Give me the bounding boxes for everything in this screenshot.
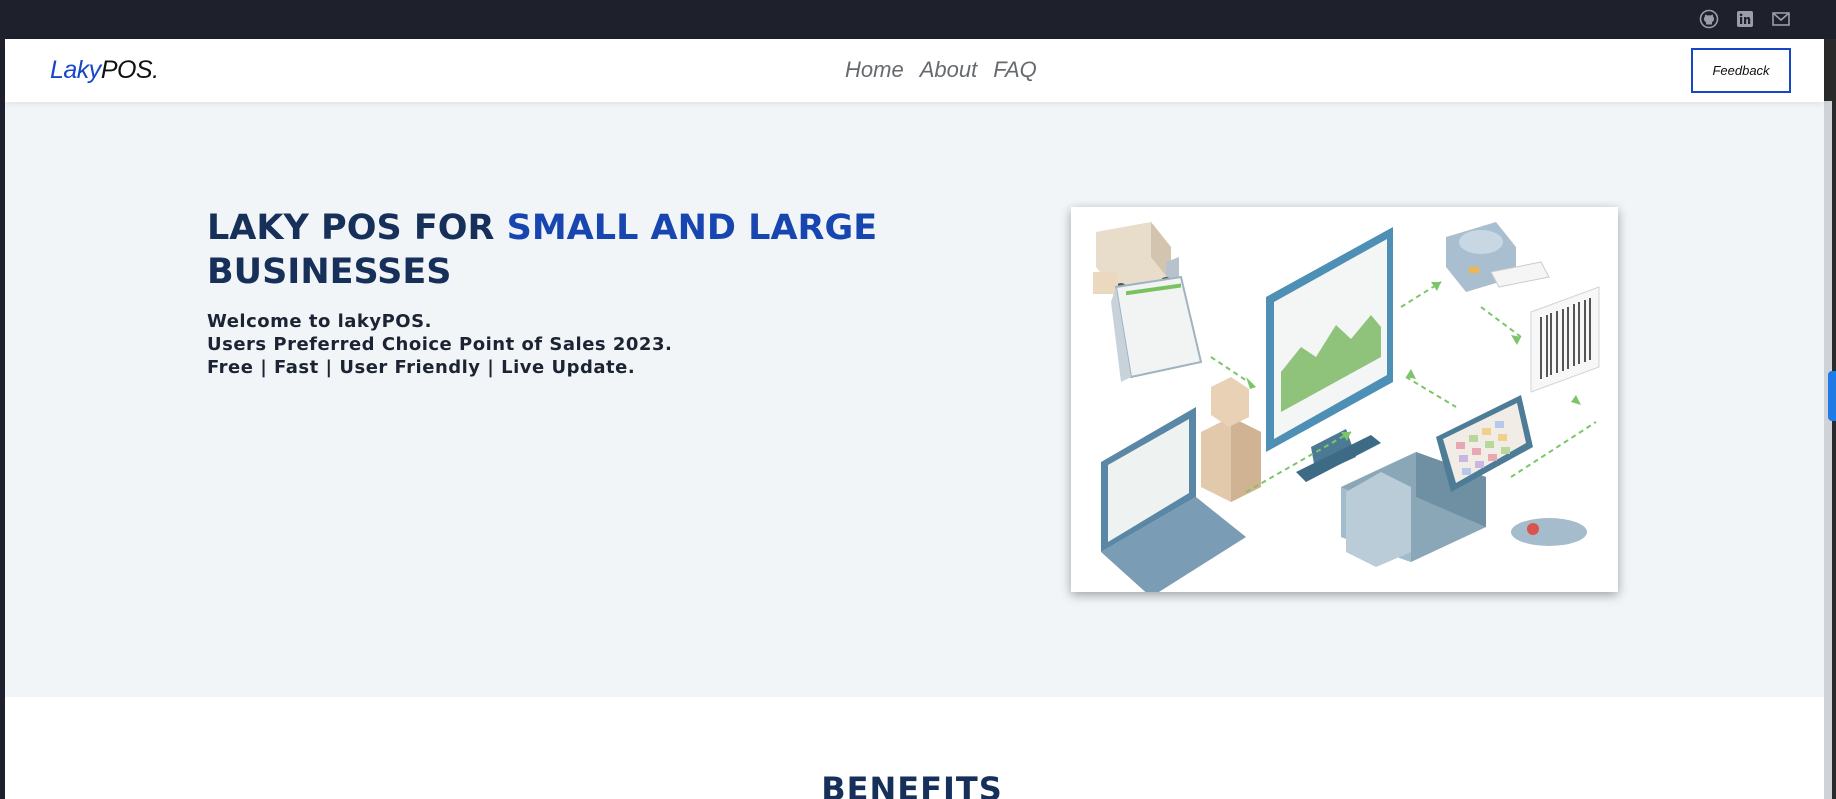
mail-icon[interactable] <box>1768 6 1794 32</box>
nav-link-home[interactable]: Home <box>845 57 904 83</box>
pos-illustration <box>1071 207 1618 592</box>
feedback-button[interactable]: Feedback <box>1691 48 1791 93</box>
logo-part-pos: POS. <box>100 56 159 84</box>
desk-tablet-illustration <box>1111 275 1203 382</box>
hero-line-choice: Users Preferred Choice Point of Sales 20… <box>207 334 673 355</box>
logo[interactable]: LakyPOS. <box>50 56 159 85</box>
scrollbar-track[interactable] <box>1824 101 1832 799</box>
hero-title: LAKY POS FOR SMALL AND LARGE BUSINESSES <box>207 206 887 294</box>
hero-line-features: Free | Fast | User Friendly | Live Updat… <box>207 357 636 378</box>
nav-link-faq[interactable]: FAQ <box>993 57 1037 83</box>
hero-line-welcome: Welcome to lakyPOS. <box>207 311 432 332</box>
printer-illustration <box>1446 222 1550 292</box>
nav-link-about[interactable]: About <box>920 57 978 83</box>
monitor-illustration <box>1266 227 1393 482</box>
nav-links: Home About FAQ <box>845 57 1037 83</box>
hero-subtitle: Welcome to lakyPOS. Users Preferred Choi… <box>207 310 672 379</box>
hero-title-part2: BUSINESSES <box>207 252 452 292</box>
scrollbar-thumb[interactable] <box>1828 371 1836 421</box>
hero-section: LAKY POS FOR SMALL AND LARGE BUSINESSES … <box>5 102 1824 697</box>
hero-title-highlight: SMALL AND LARGE <box>506 208 878 248</box>
logo-part-laky: Laky <box>50 56 101 84</box>
barcode-illustration <box>1530 286 1600 393</box>
top-bar <box>0 0 1836 39</box>
boxes-illustration <box>1201 377 1261 502</box>
navbar: LakyPOS. Home About FAQ Feedback <box>5 39 1824 102</box>
pos-illustration-graphic <box>1093 222 1600 592</box>
scanner-illustration <box>1511 518 1587 546</box>
github-icon[interactable] <box>1696 6 1722 32</box>
hero-title-part1: LAKY POS FOR <box>207 208 507 248</box>
social-links <box>1696 6 1794 32</box>
linkedin-icon[interactable] <box>1732 6 1758 32</box>
benefits-title: BENEFITS <box>821 770 1003 799</box>
